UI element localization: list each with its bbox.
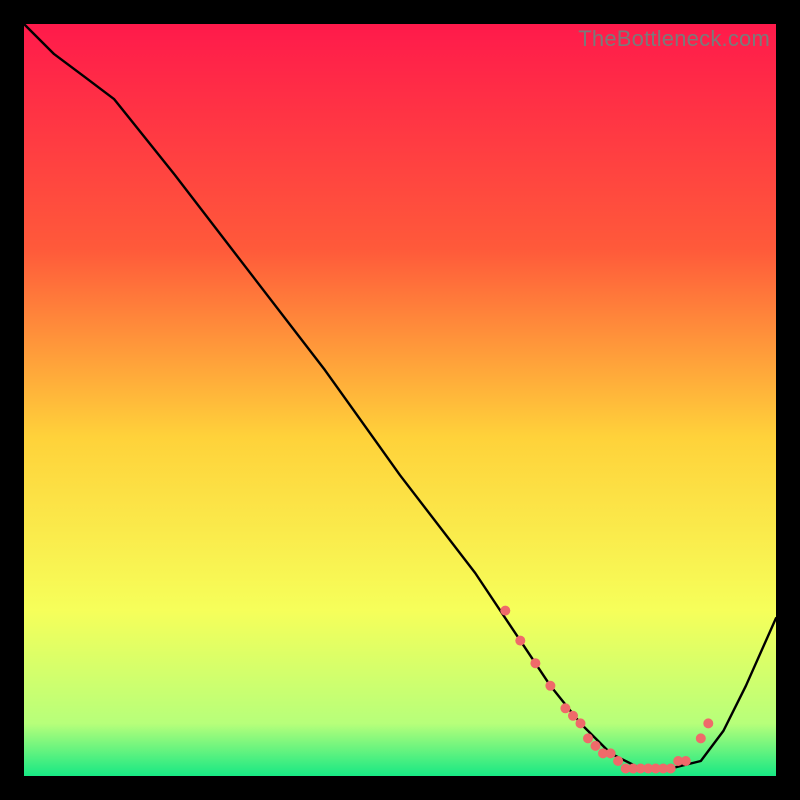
highlight-dot (583, 733, 593, 743)
highlight-dot (515, 636, 525, 646)
highlight-dot (606, 748, 616, 758)
highlight-dot (613, 756, 623, 766)
highlight-dot (500, 606, 510, 616)
highlight-dot (545, 681, 555, 691)
highlight-dot (568, 711, 578, 721)
chart-canvas (24, 24, 776, 776)
highlight-dot (681, 756, 691, 766)
highlight-dot (530, 658, 540, 668)
highlight-dot (576, 718, 586, 728)
chart-frame: TheBottleneck.com (24, 24, 776, 776)
watermark-text: TheBottleneck.com (578, 26, 770, 52)
highlight-dot (560, 703, 570, 713)
chart-background (24, 24, 776, 776)
highlight-dot (591, 741, 601, 751)
highlight-dot (696, 733, 706, 743)
highlight-dot (703, 718, 713, 728)
highlight-dot (666, 764, 676, 774)
